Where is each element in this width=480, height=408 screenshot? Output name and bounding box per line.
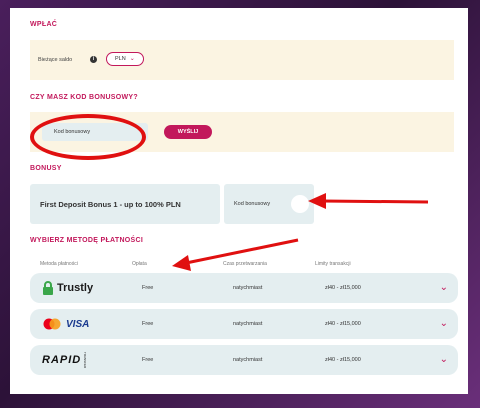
trustly-name: Trustly bbox=[57, 282, 94, 294]
card-notch bbox=[291, 195, 309, 213]
bonus-card-text: First Deposit Bonus 1 - up to 100% PLN bbox=[40, 200, 181, 209]
deposit-title: WPŁAĆ bbox=[30, 21, 58, 28]
limit-value: zł40 - zł15,000 bbox=[325, 321, 361, 327]
time-value: natychmiast bbox=[233, 357, 263, 363]
info-icon[interactable]: i bbox=[90, 56, 97, 63]
col-method: Metoda płatności bbox=[40, 261, 78, 267]
limit-value: zł40 - zł15,000 bbox=[325, 285, 361, 291]
chevron-down-icon[interactable]: ⌄ bbox=[440, 273, 448, 303]
deposit-balance-box: Bieżące saldo i PLN ⌄ bbox=[30, 40, 454, 80]
col-time: Czas przetwarzania bbox=[223, 261, 267, 267]
payment-row-visa[interactable]: VISA Free natychmiast zł40 - zł15,000 ⌄ bbox=[30, 309, 458, 339]
fee-value: Free bbox=[142, 285, 154, 291]
time-value: natychmiast bbox=[233, 285, 263, 291]
mastercard-visa-logo: VISA bbox=[42, 309, 89, 339]
rapid-transfer-logo: RAPID TRANSFER bbox=[42, 345, 87, 375]
fee-value: Free bbox=[142, 357, 154, 363]
fee-value: Free bbox=[142, 321, 154, 327]
payment-row-trustly[interactable]: Trustly Free natychmiast zł40 - zł15,000… bbox=[30, 273, 458, 303]
bonus-code-title: CZY MASZ KOD BONUSOWY? bbox=[30, 94, 138, 101]
deposit-panel: WPŁAĆ Bieżące saldo i PLN ⌄ CZY MASZ KOD … bbox=[10, 8, 468, 394]
col-fee: Opłata bbox=[132, 261, 147, 267]
chevron-down-icon[interactable]: ⌄ bbox=[440, 309, 448, 339]
col-limits: Limity transakcji bbox=[315, 261, 351, 267]
annotation-circle bbox=[30, 114, 146, 160]
payment-row-rapid[interactable]: RAPID TRANSFER Free natychmiast zł40 - z… bbox=[30, 345, 458, 375]
currency-value: PLN bbox=[115, 56, 126, 62]
payment-title: WYBIERZ METODĘ PŁATNOŚCI bbox=[30, 237, 144, 244]
rapid-name: RAPID bbox=[42, 354, 82, 366]
balance-label: Bieżące saldo bbox=[38, 57, 73, 63]
bonuses-title: BONUSY bbox=[30, 165, 62, 172]
send-button[interactable]: WYŚLIJ bbox=[164, 125, 212, 139]
limit-value: zł40 - zł15,000 bbox=[325, 357, 361, 363]
rapid-sub: TRANSFER bbox=[83, 351, 88, 369]
currency-select[interactable]: PLN ⌄ bbox=[106, 52, 144, 66]
chevron-down-icon: ⌄ bbox=[129, 56, 135, 62]
bonus-card[interactable]: First Deposit Bonus 1 - up to 100% PLN bbox=[30, 184, 220, 224]
trustly-logo: Trustly bbox=[42, 273, 93, 303]
mastercard-logo bbox=[43, 318, 61, 329]
trustly-lock-icon bbox=[43, 281, 53, 295]
chevron-down-icon[interactable]: ⌄ bbox=[440, 345, 448, 375]
time-value: natychmiast bbox=[233, 321, 263, 327]
visa-logo: VISA bbox=[66, 318, 90, 330]
